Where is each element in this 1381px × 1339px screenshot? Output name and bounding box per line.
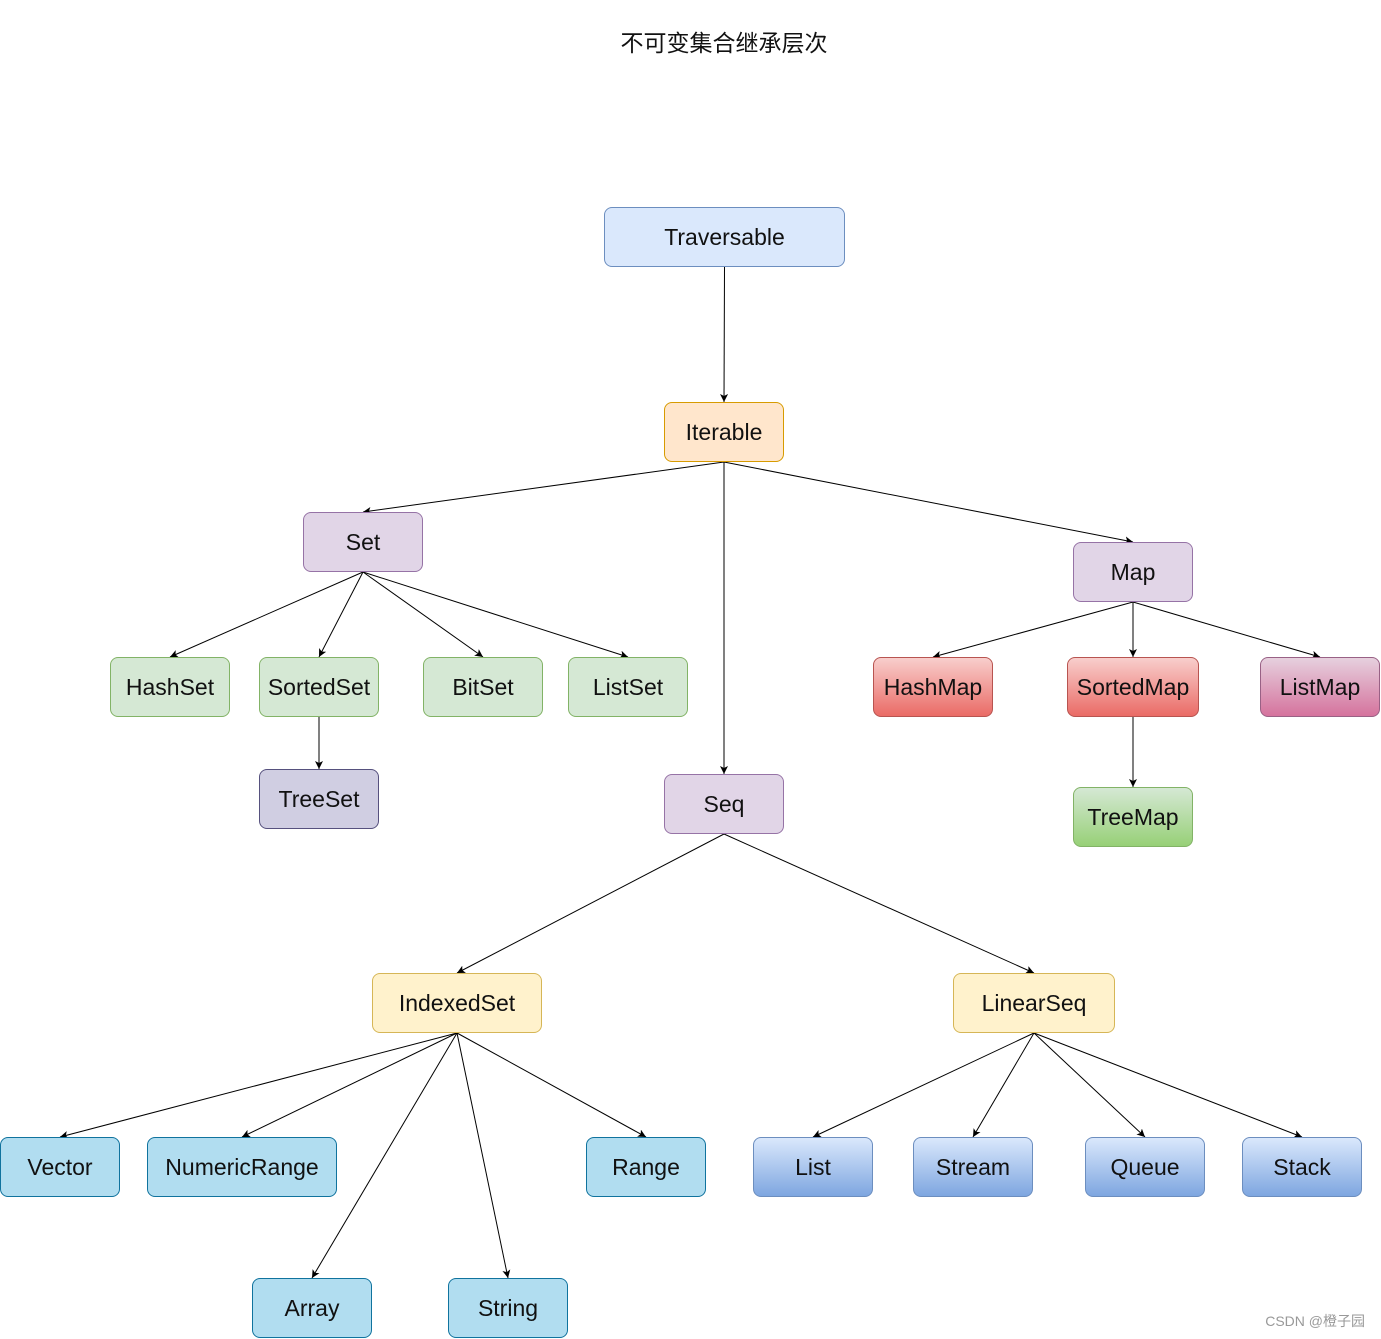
edge-indexedset-to-string xyxy=(456,1032,511,1279)
watermark: CSDN @橙子园 xyxy=(1265,1313,1365,1329)
node-label: HashMap xyxy=(883,673,983,700)
edge-linearseq-to-list xyxy=(812,1032,1035,1138)
node-traversable[interactable]: Traversable xyxy=(604,207,845,267)
node-hashset[interactable]: HashSet xyxy=(110,657,230,717)
node-numericrange[interactable]: NumericRange xyxy=(147,1137,337,1197)
node-label: Iterable xyxy=(685,418,763,445)
edge-indexedset-to-numericrange xyxy=(241,1032,458,1138)
node-stream[interactable]: Stream xyxy=(913,1137,1033,1197)
node-label: Array xyxy=(284,1294,340,1321)
node-list[interactable]: List xyxy=(753,1137,873,1197)
node-seq[interactable]: Seq xyxy=(664,774,784,834)
node-string[interactable]: String xyxy=(448,1278,568,1338)
node-label: Set xyxy=(345,528,381,555)
node-label: Stack xyxy=(1273,1153,1331,1180)
edge-indexedset-to-vector xyxy=(59,1032,458,1139)
edge-set-to-hashset xyxy=(169,571,364,658)
node-listmap[interactable]: ListMap xyxy=(1260,657,1380,717)
node-indexedset[interactable]: IndexedSet xyxy=(372,973,542,1033)
edge-traversable-to-iterable xyxy=(720,266,729,403)
node-label: NumericRange xyxy=(165,1153,319,1180)
node-treemap[interactable]: TreeMap xyxy=(1073,787,1193,847)
node-vector[interactable]: Vector xyxy=(0,1137,120,1197)
node-bitset[interactable]: BitSet xyxy=(423,657,543,717)
edge-map-to-hashmap xyxy=(932,601,1134,659)
node-linearseq[interactable]: LinearSeq xyxy=(953,973,1115,1033)
edge-seq-to-indexedset xyxy=(456,833,725,974)
edge-iterable-to-set xyxy=(362,461,725,515)
node-label: Seq xyxy=(703,790,745,817)
node-label: SortedMap xyxy=(1076,673,1190,700)
edge-seq-to-linearseq xyxy=(723,833,1035,974)
node-label: IndexedSet xyxy=(398,989,516,1016)
node-label: Stream xyxy=(935,1153,1011,1180)
node-label: LinearSeq xyxy=(981,989,1087,1016)
edge-linearseq-to-stack xyxy=(1033,1032,1303,1138)
node-label: String xyxy=(477,1294,539,1321)
node-sortedset[interactable]: SortedSet xyxy=(259,657,379,717)
edge-set-to-bitset xyxy=(362,571,484,658)
node-label: BitSet xyxy=(452,673,514,700)
node-label: Map xyxy=(1110,558,1156,585)
node-array[interactable]: Array xyxy=(252,1278,372,1338)
node-label: Traversable xyxy=(664,223,785,250)
node-set[interactable]: Set xyxy=(303,512,423,572)
node-label: ListSet xyxy=(592,673,664,700)
node-label: TreeSet xyxy=(278,785,360,812)
node-map[interactable]: Map xyxy=(1073,542,1193,602)
node-iterable[interactable]: Iterable xyxy=(664,402,784,462)
node-label: SortedSet xyxy=(267,673,371,700)
edge-set-to-listset xyxy=(362,571,629,659)
node-label: List xyxy=(795,1153,831,1180)
node-hashmap[interactable]: HashMap xyxy=(873,657,993,717)
edge-linearseq-to-queue xyxy=(1033,1032,1146,1138)
node-label: Vector xyxy=(27,1153,93,1180)
node-label: Range xyxy=(612,1153,680,1180)
node-sortedmap[interactable]: SortedMap xyxy=(1067,657,1199,717)
node-label: Queue xyxy=(1110,1153,1180,1180)
edge-indexedset-to-range xyxy=(456,1032,647,1138)
edge-linearseq-to-stream xyxy=(972,1032,1035,1138)
node-range[interactable]: Range xyxy=(586,1137,706,1197)
node-label: TreeMap xyxy=(1087,803,1179,830)
node-label: ListMap xyxy=(1279,673,1361,700)
edge-iterable-to-map xyxy=(723,461,1134,545)
node-listset[interactable]: ListSet xyxy=(568,657,688,717)
node-stack[interactable]: Stack xyxy=(1242,1137,1362,1197)
edge-map-to-listmap xyxy=(1132,601,1321,659)
node-queue[interactable]: Queue xyxy=(1085,1137,1205,1197)
node-treeset[interactable]: TreeSet xyxy=(259,769,379,829)
node-label: HashSet xyxy=(125,673,215,700)
edge-set-to-sortedset xyxy=(318,571,364,658)
